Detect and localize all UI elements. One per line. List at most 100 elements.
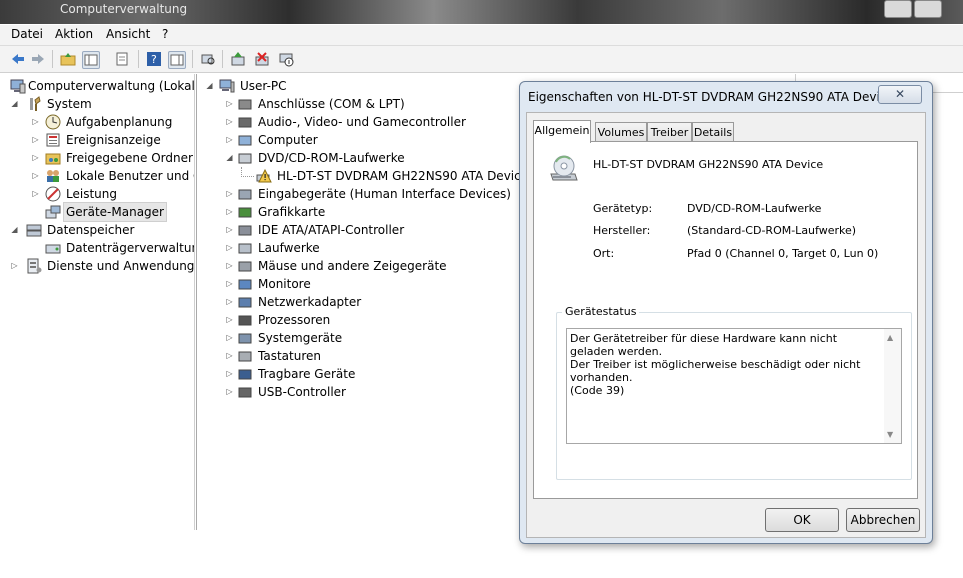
device-category-label: Laufwerke — [258, 241, 320, 255]
action-pane-icon[interactable] — [168, 51, 186, 69]
shared-folders-icon — [45, 150, 61, 166]
tab-treiber[interactable]: Treiber — [647, 122, 692, 142]
menu-bar: Datei Aktion Ansicht ? — [0, 25, 963, 46]
collapse-arrow-icon[interactable]: ▷ — [225, 221, 234, 239]
scroll-down-icon[interactable]: ▼ — [887, 430, 893, 439]
dialog-body: Allgemein Volumes Treiber Details HL-DT-… — [526, 112, 926, 538]
properties-icon[interactable] — [114, 51, 130, 67]
collapse-arrow-icon[interactable]: ▷ — [225, 329, 234, 347]
device-category-label: Mäuse und andere Zeigegeräte — [258, 259, 447, 273]
tab-allgemein[interactable]: Allgemein — [533, 120, 591, 143]
collapse-arrow-icon[interactable]: ▷ — [31, 185, 40, 203]
navigation-tree: Computerverwaltung (Lokal) ◢ System ▷ Au… — [6, 74, 195, 530]
collapse-arrow-icon[interactable]: ▷ — [31, 149, 40, 167]
dvd-drive-icon — [548, 154, 580, 186]
minimize-button[interactable] — [884, 0, 912, 18]
expand-arrow-icon[interactable]: ◢ — [225, 149, 234, 167]
expand-arrow-icon[interactable]: ◢ — [205, 77, 214, 95]
collapse-arrow-icon[interactable]: ▷ — [225, 347, 234, 365]
device-manager-icon — [45, 204, 61, 220]
device-category-label: Prozessoren — [258, 313, 331, 327]
collapse-arrow-icon[interactable]: ▷ — [225, 311, 234, 329]
collapse-arrow-icon[interactable]: ▷ — [225, 113, 234, 131]
monitor-icon — [237, 276, 253, 292]
collapse-arrow-icon[interactable]: ▷ — [225, 185, 234, 203]
device-category-label: Anschlüsse (COM & LPT) — [258, 97, 405, 111]
device-category-label: HL-DT-ST DVDRAM GH22NS90 ATA Device — [277, 169, 529, 183]
device-name: HL-DT-ST DVDRAM GH22NS90 ATA Device — [593, 158, 824, 171]
back-icon[interactable] — [10, 51, 26, 67]
collapse-arrow-icon[interactable]: ▷ — [225, 365, 234, 383]
update-driver-icon[interactable] — [230, 51, 246, 67]
event-viewer-icon — [45, 132, 61, 148]
device-category-label: Systemgeräte — [258, 331, 343, 345]
collapse-arrow-icon[interactable]: ▷ — [225, 239, 234, 257]
maximize-button[interactable] — [914, 0, 942, 18]
menu-ansicht[interactable]: Ansicht — [106, 27, 150, 41]
scroll-up-icon[interactable]: ▲ — [887, 333, 893, 342]
up-folder-icon[interactable] — [60, 51, 76, 67]
help-icon[interactable]: ? — [146, 51, 162, 67]
menu-aktion[interactable]: Aktion — [55, 27, 93, 41]
menu-datei[interactable]: Datei — [11, 27, 43, 41]
processor-icon — [237, 312, 253, 328]
task-scheduler-icon — [45, 114, 61, 130]
prop-value-location: Pfad 0 (Channel 0, Target 0, Lun 0) — [687, 247, 879, 260]
tab-volumes[interactable]: Volumes — [595, 122, 647, 142]
collapse-arrow-icon[interactable]: ▷ — [225, 383, 234, 401]
window-titlebar: Computerverwaltung — [0, 0, 963, 24]
collapse-arrow-icon[interactable]: ▷ — [225, 203, 234, 221]
performance-icon — [45, 186, 61, 202]
collapse-arrow-icon[interactable]: ▷ — [225, 293, 234, 311]
expand-arrow-icon[interactable]: ◢ — [10, 95, 19, 113]
device-status-text: Der Gerätetreiber für diese Hardware kan… — [570, 332, 861, 397]
collapse-arrow-icon[interactable]: ▷ — [225, 95, 234, 113]
mouse-icon — [237, 258, 253, 274]
computer-icon — [237, 132, 253, 148]
dialog-close-button[interactable]: ✕ — [878, 85, 922, 104]
ok-button[interactable]: OK — [765, 508, 839, 532]
tab-details[interactable]: Details — [692, 122, 734, 142]
device-category-label: Tastaturen — [258, 349, 321, 363]
cancel-button[interactable]: Abbrechen — [846, 508, 920, 532]
collapse-arrow-icon[interactable]: ▷ — [31, 113, 40, 131]
menu-help[interactable]: ? — [162, 27, 168, 41]
speaker-icon — [237, 114, 253, 130]
system-device-icon — [237, 330, 253, 346]
network-adapter-icon — [237, 294, 253, 310]
show-hide-tree-icon[interactable] — [82, 51, 100, 69]
usb-icon — [237, 384, 253, 400]
collapse-arrow-icon[interactable]: ▷ — [225, 275, 234, 293]
prop-value-type: DVD/CD-ROM-Laufwerke — [687, 202, 822, 215]
dvd-drive-icon — [237, 150, 253, 166]
status-scrollbar[interactable]: ▲ ▼ — [884, 329, 901, 443]
disable-device-icon[interactable] — [278, 51, 294, 67]
collapse-arrow-icon[interactable]: ▷ — [225, 257, 234, 275]
local-users-icon — [45, 168, 61, 184]
collapse-arrow-icon[interactable]: ▷ — [10, 257, 19, 275]
storage-icon — [26, 222, 42, 238]
system-tools-icon — [26, 96, 42, 112]
device-category-label: Tragbare Geräte — [258, 367, 356, 381]
computer-management-icon — [10, 78, 26, 94]
device-status-textbox[interactable]: Der Gerätetreiber für diese Hardware kan… — [566, 328, 902, 444]
expand-arrow-icon[interactable]: ◢ — [10, 221, 19, 239]
toolbar: ? — [0, 46, 963, 73]
collapse-arrow-icon[interactable]: ▷ — [225, 131, 234, 149]
device-status-label: Gerätestatus — [562, 305, 640, 318]
display-adapter-icon — [237, 204, 253, 220]
general-tab-panel: HL-DT-ST DVDRAM GH22NS90 ATA Device Gerä… — [533, 141, 918, 499]
port-icon — [237, 96, 253, 112]
svg-text:?: ? — [151, 53, 157, 66]
collapse-arrow-icon[interactable]: ▷ — [31, 167, 40, 185]
forward-icon[interactable] — [30, 51, 46, 67]
device-category-label: DVD/CD-ROM-Laufwerke — [258, 151, 405, 165]
dialog-title: Eigenschaften von HL-DT-ST DVDRAM GH22NS… — [528, 90, 894, 104]
device-category-label: Audio-, Video- und Gamecontroller — [258, 115, 466, 129]
hid-icon — [237, 186, 253, 202]
keyboard-icon — [237, 348, 253, 364]
uninstall-icon[interactable] — [254, 51, 270, 67]
scan-hardware-icon[interactable] — [200, 51, 216, 67]
collapse-arrow-icon[interactable]: ▷ — [31, 131, 40, 149]
disk-management-icon — [45, 240, 61, 256]
